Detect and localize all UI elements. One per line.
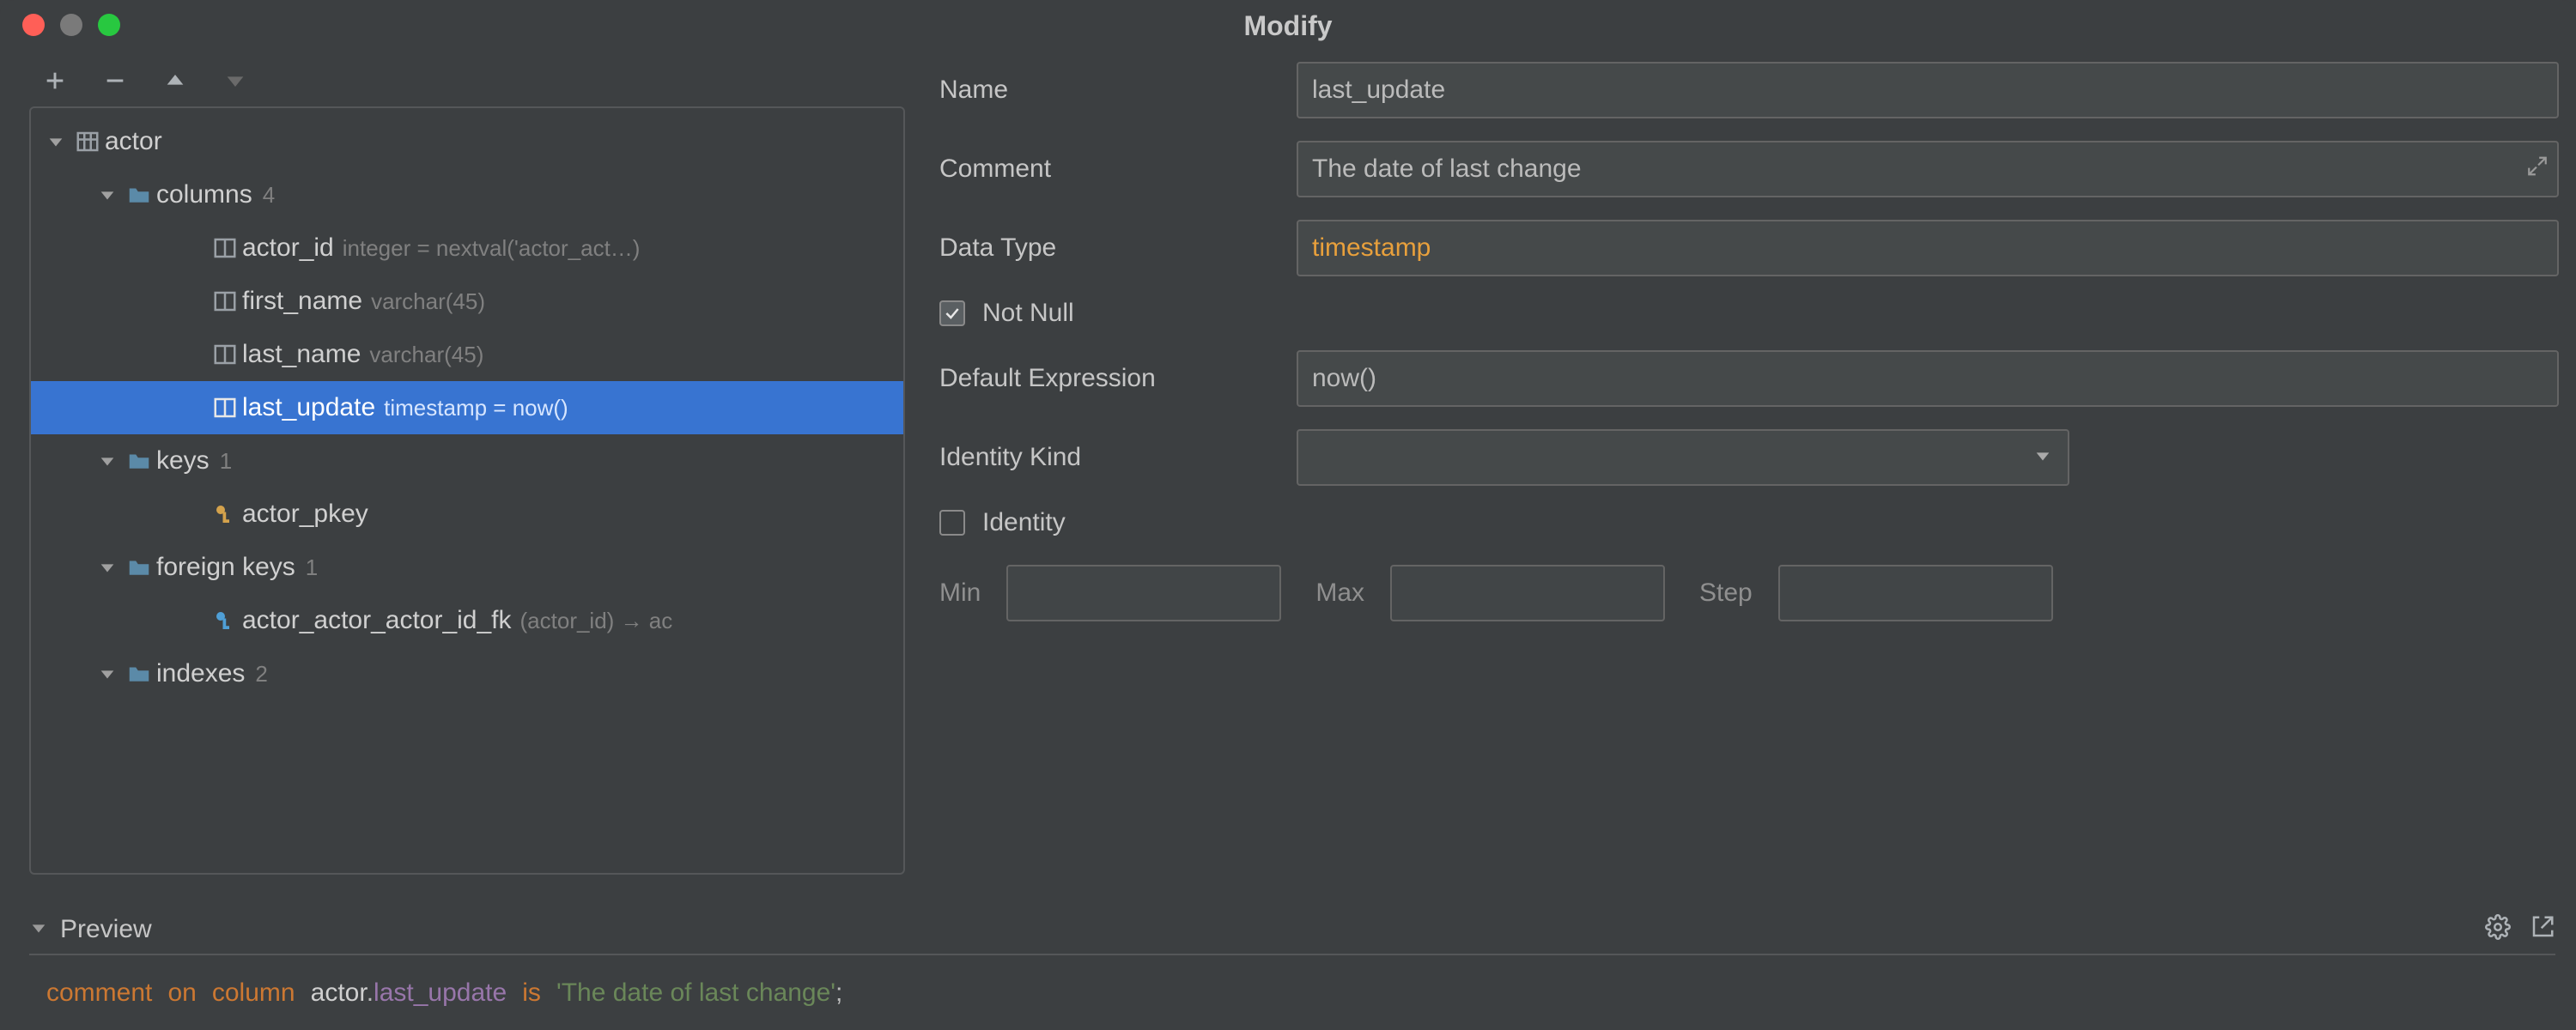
window-controls: [22, 14, 120, 36]
chevron-down-icon: [41, 132, 70, 151]
preview-sql: comment on column actor.last_update is '…: [29, 954, 2555, 1030]
tree-node-key[interactable]: actor_pkey: [31, 488, 903, 541]
column-icon: [208, 342, 242, 367]
max-input[interactable]: [1390, 565, 1665, 621]
move-down-button[interactable]: [218, 64, 252, 98]
tree-toolbar: [29, 52, 905, 106]
foreign-key-icon: [208, 608, 242, 633]
tree-label: columns: [156, 180, 252, 209]
zoom-window-button[interactable]: [98, 14, 120, 36]
tree-label: foreign keys: [156, 553, 295, 582]
folder-icon: [122, 661, 156, 687]
comment-label: Comment: [939, 154, 1283, 184]
column-type: integer = nextval('actor_act…): [343, 235, 641, 262]
tree-node-foreign-key[interactable]: actor_actor_actor_id_fk (actor_id) → ac: [31, 594, 903, 647]
column-name: first_name: [242, 287, 362, 316]
tree-node-keys-group[interactable]: keys 1: [31, 434, 903, 488]
folder-icon: [122, 448, 156, 474]
item-count: 1: [306, 554, 318, 581]
preview-panel: Preview comment on column actor.last_upd…: [0, 906, 2576, 1030]
collapse-toggle[interactable]: [29, 916, 48, 943]
titlebar: Modify: [0, 0, 2576, 52]
notnull-checkbox[interactable]: [939, 300, 965, 326]
folder-icon: [122, 182, 156, 208]
column-type: timestamp = now(): [384, 395, 568, 421]
remove-button[interactable]: [98, 64, 132, 98]
item-count: 1: [220, 448, 232, 475]
column-name: last_update: [242, 393, 375, 422]
minimize-window-button[interactable]: [60, 14, 82, 36]
tree-label: keys: [156, 446, 210, 476]
notnull-label: Not Null: [982, 299, 1074, 328]
max-label: Max: [1315, 579, 1364, 608]
primary-key-icon: [208, 501, 242, 527]
datatype-input[interactable]: [1297, 220, 2559, 276]
gear-icon[interactable]: [2485, 914, 2511, 946]
column-name: actor_id: [242, 233, 334, 263]
preview-title: Preview: [60, 915, 2473, 944]
tree-node-column-selected[interactable]: last_update timestamp = now(): [31, 381, 903, 434]
step-input[interactable]: [1778, 565, 2053, 621]
fkey-name: actor_actor_actor_id_fk: [242, 606, 512, 635]
min-input[interactable]: [1006, 565, 1281, 621]
item-count: 2: [255, 661, 267, 688]
tree-node-fkeys-group[interactable]: foreign keys 1: [31, 541, 903, 594]
window-title: Modify: [1243, 10, 1332, 42]
modify-dialog: Modify: [0, 0, 2576, 1030]
column-type: varchar(45): [369, 342, 483, 368]
close-window-button[interactable]: [22, 14, 45, 36]
column-icon: [208, 395, 242, 421]
column-icon: [208, 235, 242, 261]
add-button[interactable]: [38, 64, 72, 98]
chevron-down-icon: [93, 451, 122, 470]
step-label: Step: [1699, 579, 1753, 608]
expand-icon[interactable]: [2526, 155, 2549, 184]
column-edit-form: Name Comment Data Type Not Null Default …: [905, 52, 2559, 875]
tree-node-table[interactable]: actor: [31, 115, 903, 168]
tree-node-indexes-group[interactable]: indexes 2: [31, 647, 903, 700]
identity-kind-label: Identity Kind: [939, 443, 1283, 472]
column-name: last_name: [242, 340, 361, 369]
name-input[interactable]: [1297, 62, 2559, 118]
tree-label: actor: [105, 127, 162, 156]
chevron-down-icon: [93, 664, 122, 683]
comment-input[interactable]: [1297, 141, 2559, 197]
column-icon: [208, 288, 242, 314]
identity-checkbox[interactable]: [939, 510, 965, 536]
table-icon: [70, 129, 105, 154]
default-label: Default Expression: [939, 364, 1283, 393]
column-type: varchar(45): [371, 288, 485, 315]
move-up-button[interactable]: [158, 64, 192, 98]
fkey-meta: (actor_id) → ac: [520, 608, 673, 634]
tree-label: indexes: [156, 659, 245, 688]
chevron-down-icon: [93, 185, 122, 204]
key-name: actor_pkey: [242, 500, 368, 529]
identity-label: Identity: [982, 508, 1066, 537]
item-count: 4: [263, 182, 275, 209]
datatype-label: Data Type: [939, 233, 1283, 263]
chevron-down-icon: [93, 558, 122, 577]
folder-icon: [122, 554, 156, 580]
tree-node-column[interactable]: last_name varchar(45): [31, 328, 903, 381]
min-label: Min: [939, 579, 981, 608]
tree-node-columns-group[interactable]: columns 4: [31, 168, 903, 221]
open-external-icon[interactable]: [2530, 914, 2555, 946]
identity-kind-select[interactable]: [1297, 429, 2069, 486]
tree-node-column[interactable]: first_name varchar(45): [31, 275, 903, 328]
tree-node-column[interactable]: actor_id integer = nextval('actor_act…): [31, 221, 903, 275]
default-expression-input[interactable]: [1297, 350, 2559, 407]
schema-tree: actor columns 4 actor_id integer = nextv…: [29, 106, 905, 875]
name-label: Name: [939, 76, 1283, 105]
